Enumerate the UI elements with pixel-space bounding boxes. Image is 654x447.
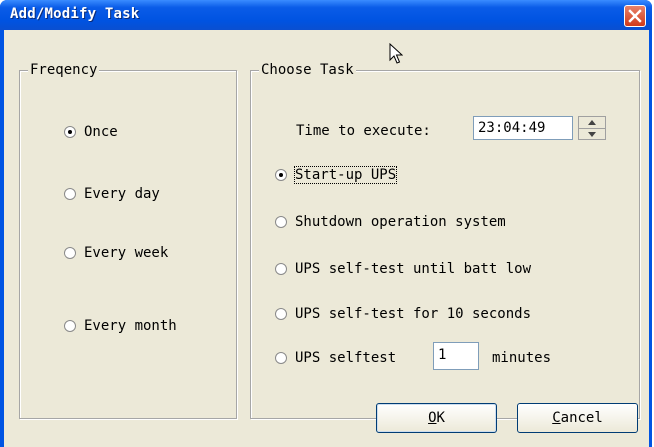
window-title: Add/Modify Task	[10, 6, 140, 22]
dialog-window: Add/Modify Task Freqency Once Every day …	[0, 0, 652, 447]
selftest-minutes-suffix: minutes	[492, 350, 552, 366]
close-icon	[628, 9, 642, 23]
radio-button[interactable]	[64, 320, 76, 332]
time-spinner[interactable]	[578, 116, 606, 140]
radio-button[interactable]	[275, 308, 287, 320]
ok-label-rest: K	[436, 410, 445, 426]
radio-button[interactable]	[64, 126, 76, 138]
radio-button[interactable]	[64, 247, 76, 259]
radio-label-once: Once	[84, 124, 118, 140]
time-input[interactable]: 23:04:49	[473, 116, 573, 140]
selftest-minutes-input[interactable]: 1	[433, 342, 479, 370]
radio-button[interactable]	[275, 352, 287, 364]
radio-label-every-week: Every week	[84, 245, 169, 261]
radio-label-start-up-ups: Start-up UPS	[293, 166, 398, 184]
choose-task-legend: Choose Task	[259, 62, 356, 78]
radio-label-selftest-prefix: UPS selftest	[295, 350, 397, 366]
arrow-up-icon	[588, 120, 596, 125]
radio-label-shutdown-os: Shutdown operation system	[295, 214, 506, 230]
cancel-mnemonic: C	[552, 410, 561, 426]
title-bar[interactable]: Add/Modify Task	[0, 0, 652, 30]
radio-label-selftest-batt-low: UPS self-test until batt low	[295, 261, 532, 277]
frequency-legend: Freqency	[28, 62, 100, 78]
radio-button[interactable]	[275, 169, 287, 181]
close-button[interactable]	[624, 5, 646, 27]
time-to-execute-label: Time to execute:	[296, 123, 431, 139]
spin-down-button[interactable]	[579, 128, 605, 140]
dialog-client-area: Freqency Once Every day Every week Every…	[4, 30, 649, 447]
ok-button[interactable]: OK	[376, 403, 497, 433]
cancel-label-rest: ancel	[560, 410, 603, 426]
radio-every-week[interactable]: Every week	[64, 245, 168, 261]
radio-button[interactable]	[64, 188, 76, 200]
mouse-cursor-icon	[389, 43, 403, 64]
radio-once[interactable]: Once	[64, 124, 118, 140]
ok-mnemonic: O	[428, 410, 437, 426]
radio-label-every-day: Every day	[84, 186, 160, 202]
radio-every-day[interactable]: Every day	[64, 186, 160, 202]
cancel-button[interactable]: Cancel	[517, 403, 638, 433]
radio-selftest-batt-low[interactable]: UPS self-test until batt low	[275, 261, 531, 277]
radio-label-selftest-10-seconds: UPS self-test for 10 seconds	[295, 306, 532, 322]
radio-button[interactable]	[275, 216, 287, 228]
radio-start-up-ups[interactable]: Start-up UPS	[275, 166, 398, 184]
radio-selftest-minutes[interactable]: UPS selftest	[275, 350, 396, 366]
radio-selftest-10-seconds[interactable]: UPS self-test for 10 seconds	[275, 306, 531, 322]
radio-shutdown-os[interactable]: Shutdown operation system	[275, 214, 506, 230]
arrow-down-icon	[588, 132, 596, 137]
radio-button[interactable]	[275, 263, 287, 275]
radio-label-every-month: Every month	[84, 318, 177, 334]
radio-every-month[interactable]: Every month	[64, 318, 177, 334]
spin-up-button[interactable]	[579, 117, 605, 128]
